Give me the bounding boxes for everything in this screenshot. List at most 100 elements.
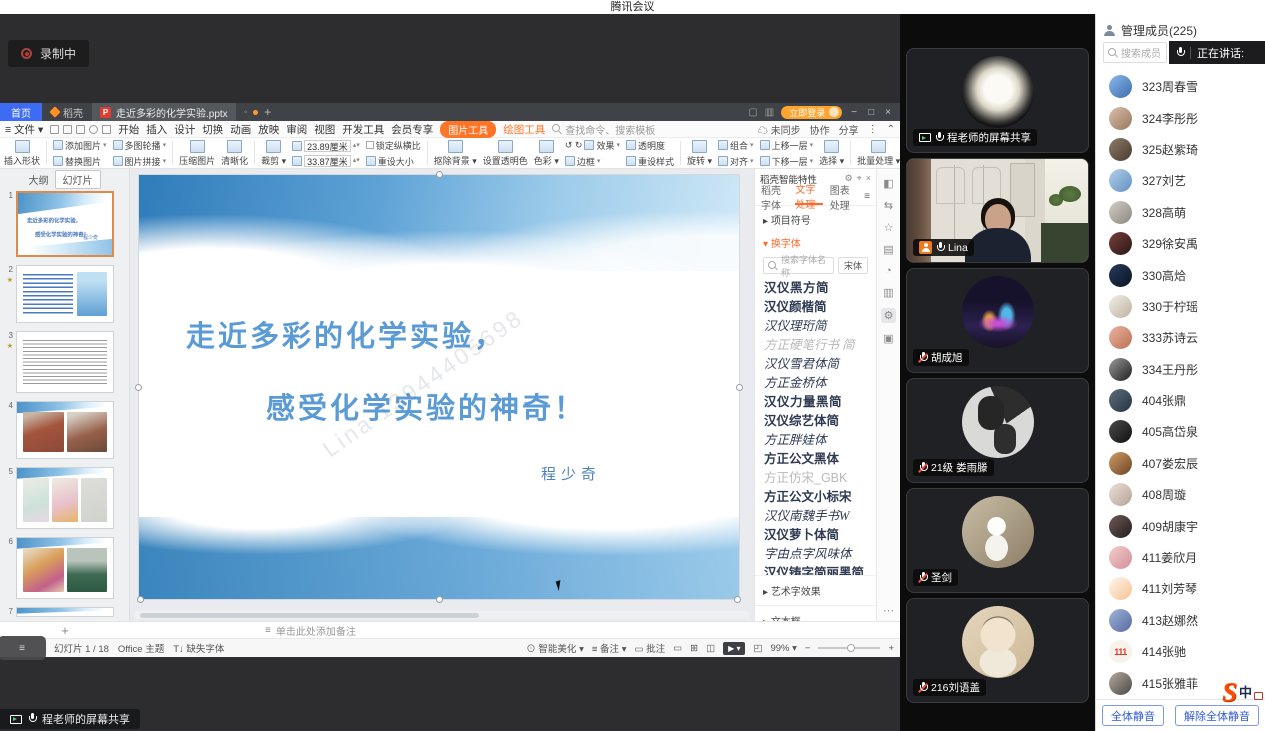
selection-handle[interactable] <box>736 384 743 391</box>
slide-thumbnail-3[interactable] <box>16 331 114 393</box>
member-row[interactable]: 333苏诗云 <box>1096 322 1265 353</box>
font-option[interactable]: 汉仪理珩简 <box>764 317 867 336</box>
color-button[interactable]: 色彩 ▾ <box>534 140 559 167</box>
multi-carousel-button[interactable]: 多图轮播▾ <box>113 139 167 152</box>
rotate-button[interactable]: 旋转 ▾ <box>687 140 712 167</box>
menu-member[interactable]: 会员专享 <box>391 122 433 137</box>
member-row[interactable]: 409胡康宇 <box>1096 510 1265 541</box>
font-option[interactable]: 方正胖娃体 <box>764 431 867 450</box>
grid-icon[interactable]: ▥ <box>765 107 774 118</box>
smart-beautify-button[interactable]: ⊙ 智能美化 ▾ <box>526 641 584 655</box>
sync-status[interactable]: ☁ 未同步 <box>758 122 801 137</box>
slide-thumbnail-1[interactable]: 走近多彩的化学实验， 感受化学实验的神奇！ 程少奇 <box>16 191 114 257</box>
tab-docer[interactable]: 稻壳 <box>42 103 92 121</box>
transparency-button[interactable]: 透明度 <box>626 139 674 152</box>
font-option[interactable]: 字由点字风味体 <box>764 545 867 564</box>
slide-thumbnail-4[interactable] <box>16 401 114 459</box>
member-row[interactable]: 413赵娜然 <box>1096 605 1265 636</box>
window-icon[interactable]: ▣ <box>883 332 893 345</box>
zoom-slider[interactable] <box>818 647 880 649</box>
font-option[interactable]: 方正金桥体 <box>764 374 867 393</box>
font-option[interactable]: 汉仪颜楷简 <box>764 298 867 317</box>
bring-forward-button[interactable]: 上移一层▾ <box>760 139 814 152</box>
batch-process-button[interactable]: 批量处理 ▾ <box>857 140 900 167</box>
tab-sync-icon[interactable]: ◦ <box>244 107 248 118</box>
section-change-font[interactable]: ▾ 换字体 <box>755 229 876 252</box>
restore-button[interactable]: □ <box>866 107 876 118</box>
select-button[interactable]: 选择 ▾ <box>819 140 844 167</box>
member-row[interactable]: 408周璇 <box>1096 479 1265 510</box>
member-row[interactable]: 323周春雪 <box>1096 71 1265 102</box>
layout-icon[interactable]: ▢ <box>748 107 757 118</box>
reset-style-button[interactable]: 重设样式 <box>626 155 674 168</box>
width-field[interactable]: 23.89厘米▴▾ <box>292 140 360 152</box>
member-row[interactable]: 404张鼎 <box>1096 385 1265 416</box>
slide-thumbnail-7[interactable] <box>16 607 114 617</box>
tab-document[interactable]: P 走近多彩的化学实验.pptx <box>92 103 236 121</box>
section-wordart[interactable]: ▸ 艺术字效果 <box>755 575 876 605</box>
member-search-input[interactable]: 搜索成员 <box>1103 42 1167 63</box>
slide-sky-image-top[interactable] <box>139 175 739 271</box>
member-row[interactable]: 330于柠瑶 <box>1096 291 1265 322</box>
member-row[interactable]: 411刘芳琴 <box>1096 573 1265 604</box>
height-field[interactable]: 33.87厘米▴▾ <box>292 155 360 167</box>
slide-canvas[interactable]: 走近多彩的化学实验， 感受化学实验的神奇！ 程少奇 Lina 139444056… <box>130 169 754 621</box>
notes-bar[interactable]: + ≡ 单击此处添加备注 <box>0 621 900 638</box>
remove-background-button[interactable]: 抠除背景 ▾ <box>434 140 477 167</box>
more-icon[interactable]: ⋯ <box>883 604 894 617</box>
member-row[interactable]: 405高岱泉 <box>1096 416 1265 447</box>
view-sorter-icon[interactable]: ⊞ <box>690 643 698 654</box>
align-button[interactable]: 对齐▾ <box>718 155 754 168</box>
font-option[interactable]: 汉仪综艺体简 <box>764 412 867 431</box>
mute-all-button[interactable]: 全体静音 <box>1102 705 1164 726</box>
picture-tools-tab[interactable]: 图片工具 <box>440 121 496 138</box>
lock-aspect-checkbox[interactable]: 锁定纵横比 <box>366 139 421 152</box>
menu-view[interactable]: 视图 <box>314 122 335 137</box>
slide-thumbnail-2[interactable] <box>16 265 114 323</box>
font-search-input[interactable]: 搜索字体名称 <box>763 257 834 274</box>
comment-button[interactable]: ▭ 批注 <box>634 641 665 655</box>
edit-icon[interactable]: ◧ <box>883 177 893 190</box>
menu-slideshow[interactable]: 放映 <box>258 122 279 137</box>
compress-picture-button[interactable]: 压缩图片 <box>179 140 215 167</box>
outline-button[interactable]: 边框▾ <box>565 155 620 168</box>
pane-menu-icon[interactable]: ≡ <box>864 191 870 202</box>
fit-zoom-icon[interactable]: ◰ <box>753 643 762 654</box>
set-transparent-button[interactable]: 设置透明色 <box>483 140 528 167</box>
star-icon[interactable]: ☆ <box>884 221 894 234</box>
font-filter-button[interactable]: 宋体 <box>838 257 868 274</box>
file-menu[interactable]: ≡ 文件 ▾ <box>5 122 43 137</box>
slides-tab[interactable]: 幻灯片 <box>55 170 101 189</box>
close-button[interactable]: × <box>883 107 893 118</box>
add-picture-button[interactable]: 添加图片▾ <box>53 139 107 152</box>
font-option[interactable]: 汉仪力量黑简 <box>764 393 867 412</box>
drawing-tools-tab[interactable]: 绘图工具 <box>503 122 545 137</box>
font-option[interactable]: 方正仿宋_GBK <box>764 469 867 488</box>
font-option[interactable]: 汉仪铸字简丽黑简 <box>764 564 867 575</box>
menu-devtools[interactable]: 开发工具 <box>342 122 384 137</box>
notes-placeholder[interactable]: 单击此处添加备注 <box>276 623 356 638</box>
menu-animation[interactable]: 动画 <box>230 122 251 137</box>
group-button[interactable]: 组合▾ <box>718 139 754 152</box>
current-slide[interactable]: 走近多彩的化学实验， 感受化学实验的神奇！ 程少奇 Lina 139444056… <box>139 175 739 599</box>
selection-handle[interactable] <box>436 171 443 178</box>
command-search[interactable]: 查找命令、搜索模板 <box>552 122 655 137</box>
member-row[interactable]: 407娄宏辰 <box>1096 448 1265 479</box>
video-tile[interactable]: 216刘语盖 <box>906 598 1089 703</box>
collapse-ribbon-icon[interactable]: ⌃ <box>887 124 895 135</box>
member-row[interactable]: 329徐安禹 <box>1096 228 1265 259</box>
font-option[interactable]: 汉仪萝卜体简 <box>764 526 867 545</box>
zoom-out-button[interactable]: − <box>805 643 811 654</box>
clock-icon[interactable]: ◔ <box>885 265 892 277</box>
effect-button[interactable]: ↺ ↻效果▾ <box>565 139 620 152</box>
collaborate-button[interactable]: 协作 <box>810 122 830 137</box>
member-row[interactable]: 111414张驰 <box>1096 636 1265 667</box>
slide-author[interactable]: 程少奇 <box>541 463 601 484</box>
login-button[interactable]: 立即登录 <box>781 106 842 119</box>
minimize-button[interactable]: − <box>849 107 859 118</box>
slide-thumbnail-5[interactable] <box>16 467 114 529</box>
font-option[interactable]: 方正公文黑体 <box>764 450 867 469</box>
section-bullets[interactable]: ▸ 项目符号 <box>755 206 876 229</box>
selection-handle[interactable] <box>734 596 741 603</box>
view-read-icon[interactable]: ◫ <box>706 643 715 654</box>
